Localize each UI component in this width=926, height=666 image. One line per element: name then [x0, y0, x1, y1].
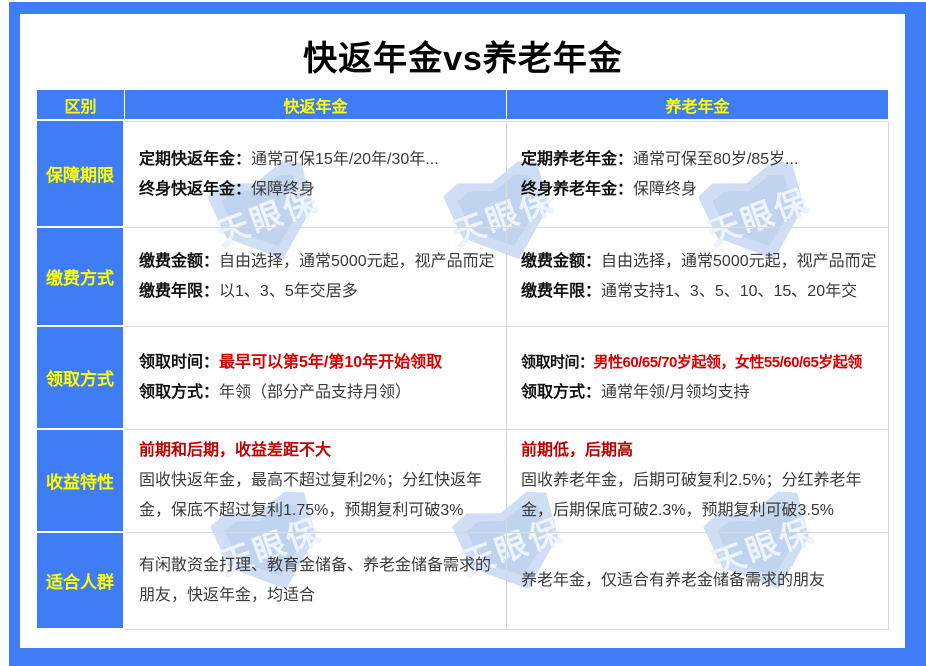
cell-withdrawal-method-left: 领取时间：最早可以第5年/第10年开始领取 领取方式：年领（部分产品支持月领） [125, 327, 507, 430]
line-text: 年领（部分产品支持月领） [219, 384, 411, 401]
line-label: 缴费金额： [139, 253, 219, 270]
line-label: 定期快返年金： [139, 151, 251, 168]
row-label-withdrawal-method: 领取方式 [37, 327, 125, 430]
cell-coverage-period-left: 定期快返年金：通常可保15年/20年/30年... 终身快返年金：保障终身 [125, 121, 507, 228]
line-text: 通常可保至80岁/85岁... [633, 151, 798, 168]
cell-withdrawal-method-right: 领取时间：男性60/65/70岁起领，女性55/60/65岁起领 领取方式：通常… [507, 327, 889, 430]
header-cell-pension-annuity: 养老年金 [507, 90, 889, 121]
line-text: 保障终身 [633, 181, 697, 198]
line-label: 终身快返年金： [139, 181, 251, 198]
line-label: 缴费年限： [139, 283, 219, 300]
line-text: 通常可保15年/20年/30年... [251, 151, 439, 168]
line-label: 领取方式： [521, 384, 601, 401]
line-label: 定期养老年金： [521, 151, 633, 168]
text-line: 定期养老年金：通常可保至80岁/85岁... [521, 145, 880, 175]
cell-body-text: 养老年金，仅适合有养老金储备需求的朋友 [521, 566, 880, 596]
text-line: 领取时间：男性60/65/70岁起领，女性55/60/65岁起领 [521, 348, 880, 378]
header-cell-difference: 区别 [37, 90, 125, 121]
line-text: 以1、3、5年交居多 [219, 283, 358, 300]
line-text: 通常支持1、3、5、10、15、20年交 [601, 283, 857, 300]
line-text-highlight: 男性60/65/70岁起领，女性55/60/65岁起领 [594, 354, 862, 371]
row-label-payment-method: 缴费方式 [37, 228, 125, 327]
page-title: 快返年金vs养老年金 [20, 31, 906, 80]
text-line: 领取方式：年领（部分产品支持月领） [139, 378, 498, 408]
header-cell-quick-return-annuity: 快返年金 [125, 90, 507, 121]
comparison-table: 区别 快返年金 养老年金 保障期限 定期快返年金：通常可保15年/20年/30年… [37, 90, 889, 630]
cell-payment-method-left: 缴费金额：自由选择，通常5000元起，视产品而定 缴费年限：以1、3、5年交居多 [125, 228, 507, 327]
text-line: 缴费金额：自由选择，通常5000元起，视产品而定 [521, 247, 880, 277]
line-text: 自由选择，通常5000元起，视产品而定 [601, 253, 877, 270]
cell-yield-left: 前期和后期，收益差距不大 固收快返年金，最高不超过复利2%；分红快返年金，保底不… [125, 430, 507, 533]
line-label: 终身养老年金： [521, 181, 633, 198]
text-line: 缴费金额：自由选择，通常5000元起，视产品而定 [139, 247, 498, 277]
row-label-yield-characteristics: 收益特性 [37, 430, 125, 533]
cell-body-text: 固收养老年金，后期可破复利2.5%；分红养老年金，后期保底可破2.3%，预期复利… [521, 466, 880, 526]
cell-payment-method-right: 缴费金额：自由选择，通常5000元起，视产品而定 缴费年限：通常支持1、3、5、… [507, 228, 889, 327]
row-label-coverage-period: 保障期限 [37, 121, 125, 228]
cell-body-text: 有闲散资金打理、教育金储备、养老金储备需求的朋友，快返年金，均适合 [139, 551, 498, 611]
cell-suitable-left: 有闲散资金打理、教育金储备、养老金储备需求的朋友，快返年金，均适合 [125, 533, 507, 630]
line-text: 保障终身 [251, 181, 315, 198]
text-line: 缴费年限：以1、3、5年交居多 [139, 277, 498, 307]
line-text: 通常年领/月领均支持 [601, 384, 749, 401]
line-label: 缴费年限： [521, 283, 601, 300]
text-line: 定期快返年金：通常可保15年/20年/30年... [139, 145, 498, 175]
cell-heading-highlight: 前期和后期，收益差距不大 [139, 436, 498, 466]
row-label-suitable-people: 适合人群 [37, 533, 125, 630]
cell-body-text: 固收快返年金，最高不超过复利2%；分红快返年金，保底不超过复利1.75%，预期复… [139, 466, 498, 526]
text-line: 缴费年限：通常支持1、3、5、10、15、20年交 [521, 277, 880, 307]
line-label: 缴费金额： [521, 253, 601, 270]
line-label: 领取方式： [139, 384, 219, 401]
cell-yield-right: 前期低，后期高 固收养老年金，后期可破复利2.5%；分红养老年金，后期保底可破2… [507, 430, 889, 533]
cell-coverage-period-right: 定期养老年金：通常可保至80岁/85岁... 终身养老年金：保障终身 [507, 121, 889, 228]
cell-heading-highlight: 前期低，后期高 [521, 436, 880, 466]
text-line: 领取时间：最早可以第5年/第10年开始领取 [139, 348, 498, 378]
text-line: 终身养老年金：保障终身 [521, 175, 880, 205]
line-label: 领取时间： [521, 354, 594, 371]
line-label: 领取时间： [139, 354, 219, 371]
cell-suitable-right: 养老年金，仅适合有养老金储备需求的朋友 [507, 533, 889, 630]
text-line: 领取方式：通常年领/月领均支持 [521, 378, 880, 408]
text-line: 终身快返年金：保障终身 [139, 175, 498, 205]
line-text-highlight: 最早可以第5年/第10年开始领取 [219, 354, 442, 371]
line-text: 自由选择，通常5000元起，视产品而定 [219, 253, 495, 270]
